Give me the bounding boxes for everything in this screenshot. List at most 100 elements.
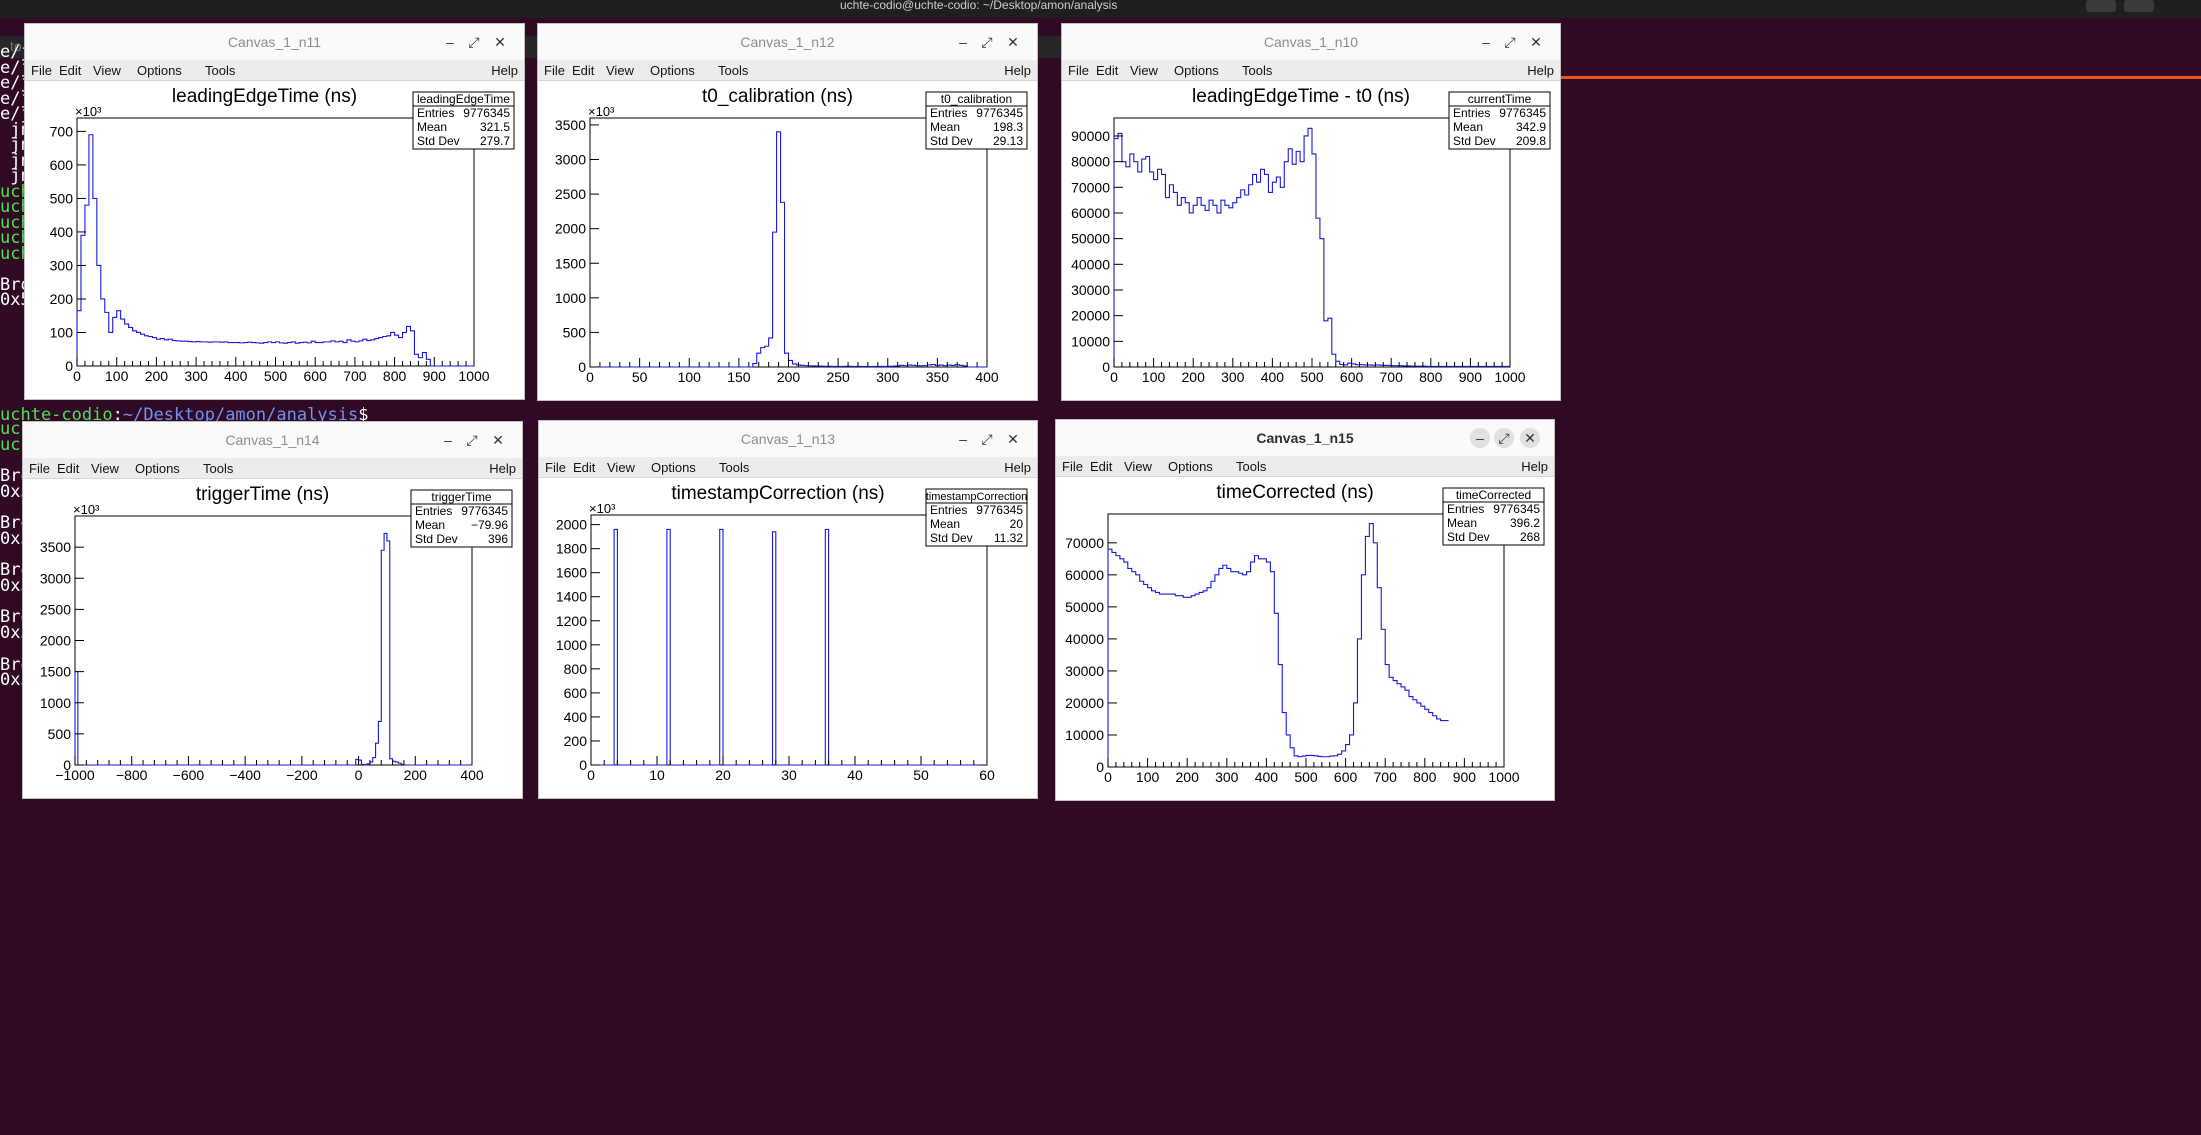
stats-box[interactable]: timeCorrectedEntries 9776345 Mean 396.2 Std …: [1442, 487, 1545, 546]
menu-edit[interactable]: Edit: [1090, 459, 1112, 474]
close-button[interactable]: ✕: [1003, 429, 1023, 449]
menu-file[interactable]: File: [29, 461, 50, 476]
maximize-button[interactable]: ⤢: [462, 430, 482, 450]
window-titlebar[interactable]: Canvas_1_n14– ⤢ ✕: [23, 422, 522, 458]
minimize-button[interactable]: –: [953, 429, 973, 449]
menu-tools[interactable]: Tools: [718, 63, 748, 78]
menu-edit[interactable]: Edit: [1096, 63, 1118, 78]
x-tick-label: 40: [847, 767, 863, 783]
x-tick-label: 200: [145, 368, 169, 384]
menu-help[interactable]: Help: [1521, 459, 1548, 474]
stats-box[interactable]: t0_calibrationEntries 9776345 Mean 198.3 Std…: [925, 91, 1028, 150]
menu-help[interactable]: Help: [1004, 63, 1031, 78]
stats-box[interactable]: leadingEdgeTimeEntries 9776345 Mean 321.5 St…: [412, 91, 515, 150]
maximize-button[interactable]: ⤢: [977, 429, 997, 449]
menu-view[interactable]: View: [1124, 459, 1152, 474]
menu-tools[interactable]: Tools: [205, 63, 235, 78]
y-tick-label: 20000: [1065, 695, 1104, 711]
window-titlebar[interactable]: Canvas_1_n10– ⤢ ✕: [1062, 24, 1560, 60]
menu-tools[interactable]: Tools: [1236, 459, 1266, 474]
y-tick-label: 0: [63, 757, 71, 773]
maximize-button[interactable]: ⤢: [1500, 32, 1520, 52]
maximize-button[interactable]: ⤢: [977, 32, 997, 52]
menu-options[interactable]: Options: [1168, 459, 1213, 474]
menu-view[interactable]: View: [91, 461, 119, 476]
histogram-series: [590, 131, 987, 368]
stats-value-entries: 9776345: [1499, 106, 1546, 120]
top-menu-button[interactable]: [2124, 0, 2154, 12]
stats-value-mean: 342.9: [1516, 120, 1546, 134]
canvas-window-n13[interactable]: Canvas_1_n13– ⤢ ✕ File Edit View Options Tools H…: [538, 420, 1038, 799]
menu-view[interactable]: View: [607, 460, 635, 475]
stats-value-entries: 9776345: [461, 504, 508, 518]
canvas-window-n12[interactable]: Canvas_1_n12– ⤢ ✕ File Edit View Options Tools H…: [537, 23, 1038, 401]
menu-help[interactable]: Help: [1004, 460, 1031, 475]
close-button[interactable]: ✕: [490, 32, 510, 52]
y-tick-label: 200: [564, 733, 588, 749]
menu-help[interactable]: Help: [489, 461, 516, 476]
x-tick-label: −800: [116, 767, 148, 783]
menu-help[interactable]: Help: [1527, 63, 1554, 78]
menu-help[interactable]: Help: [491, 63, 518, 78]
close-button[interactable]: ✕: [488, 430, 508, 450]
stats-value-mean: 321.5: [480, 120, 510, 134]
x-tick-label: 0: [73, 368, 81, 384]
menu-file[interactable]: File: [544, 63, 565, 78]
menu-edit[interactable]: Edit: [59, 63, 81, 78]
window-titlebar[interactable]: Canvas_1_n15– ⤢ ✕: [1056, 420, 1554, 456]
top-search-button[interactable]: [2086, 0, 2116, 12]
chart-title: leadingEdgeTime (ns): [172, 86, 357, 107]
maximize-button[interactable]: ⤢: [1494, 428, 1514, 448]
minimize-button[interactable]: –: [1476, 32, 1496, 52]
canvas-window-n15[interactable]: Canvas_1_n15– ⤢ ✕ File Edit View Options Tools H…: [1055, 419, 1555, 801]
histogram-canvas[interactable]: leadingEdgeTime - t0 (ns) 0 100 200 300 400 50…: [1062, 81, 1560, 401]
menu-tools[interactable]: Tools: [1242, 63, 1272, 78]
menu-options[interactable]: Options: [135, 461, 180, 476]
window-titlebar[interactable]: Canvas_1_n12– ⤢ ✕: [538, 24, 1037, 60]
stats-box[interactable]: triggerTimeEntries 9776345 Mean −79.96 Std D…: [410, 489, 513, 548]
histogram-canvas[interactable]: t0_calibration (ns) 0 50 100 150 200 250 300 350…: [538, 81, 1037, 401]
histogram-canvas[interactable]: timestampCorrection (ns)0 10 20 30 40 50 60020…: [539, 478, 1037, 799]
close-button[interactable]: ✕: [1526, 32, 1546, 52]
histogram-canvas[interactable]: triggerTime (ns) −1000 −800 −600 −400 −200 0 20…: [23, 479, 522, 799]
histogram-canvas[interactable]: leadingEdgeTime (ns) 0 100 200 300 400 500 600 7…: [25, 81, 524, 400]
menu-file[interactable]: File: [31, 63, 52, 78]
minimize-button[interactable]: –: [1470, 428, 1490, 448]
minimize-button[interactable]: –: [440, 32, 460, 52]
window-titlebar[interactable]: Canvas_1_n11– ⤢ ✕: [25, 24, 524, 60]
x-tick-label: −600: [173, 767, 205, 783]
menu-file[interactable]: File: [1062, 459, 1083, 474]
menu-view[interactable]: View: [1130, 63, 1158, 78]
y-tick-label: 1500: [40, 664, 71, 680]
close-button[interactable]: ✕: [1520, 428, 1540, 448]
menu-edit[interactable]: Edit: [573, 460, 595, 475]
menu-options[interactable]: Options: [1174, 63, 1219, 78]
window-titlebar[interactable]: Canvas_1_n13– ⤢ ✕: [539, 421, 1037, 457]
plot-frame: [590, 514, 988, 766]
stats-box[interactable]: timestampCorrectionEntries 9776345 Mean 20 S…: [925, 488, 1028, 547]
menu-edit[interactable]: Edit: [57, 461, 79, 476]
menu-file[interactable]: File: [1068, 63, 1089, 78]
menu-options[interactable]: Options: [650, 63, 695, 78]
y-tick-label: 500: [563, 324, 587, 340]
canvas-window-n11[interactable]: Canvas_1_n11– ⤢ ✕ File Edit View Options Tools H…: [24, 23, 525, 400]
minimize-button[interactable]: –: [438, 430, 458, 450]
histogram-canvas[interactable]: timeCorrected (ns) 0 100 200 300 400 500 600 700…: [1056, 477, 1554, 801]
menu-options[interactable]: Options: [137, 63, 182, 78]
menu-tools[interactable]: Tools: [719, 460, 749, 475]
maximize-button[interactable]: ⤢: [464, 32, 484, 52]
minimize-button[interactable]: –: [953, 32, 973, 52]
close-button[interactable]: ✕: [1003, 32, 1023, 52]
menu-view[interactable]: View: [93, 63, 121, 78]
menu-options[interactable]: Options: [651, 460, 696, 475]
canvas-window-n14[interactable]: Canvas_1_n14– ⤢ ✕ File Edit View Options Tools H…: [22, 421, 523, 799]
menu-file[interactable]: File: [545, 460, 566, 475]
x-tick-label: 150: [727, 369, 751, 385]
stats-box[interactable]: currentTimeEntries 9776345 Mean 342.9 Std De…: [1448, 91, 1551, 150]
y-tick-label: 3000: [40, 570, 71, 586]
menu-edit[interactable]: Edit: [572, 63, 594, 78]
system-top-bar: uchte-codio@uchte-codio: ~/Desktop/amon/…: [0, 0, 2201, 18]
canvas-window-n10[interactable]: Canvas_1_n10– ⤢ ✕ File Edit View Options Tools H…: [1061, 23, 1561, 401]
menu-tools[interactable]: Tools: [203, 461, 233, 476]
menu-view[interactable]: View: [606, 63, 634, 78]
